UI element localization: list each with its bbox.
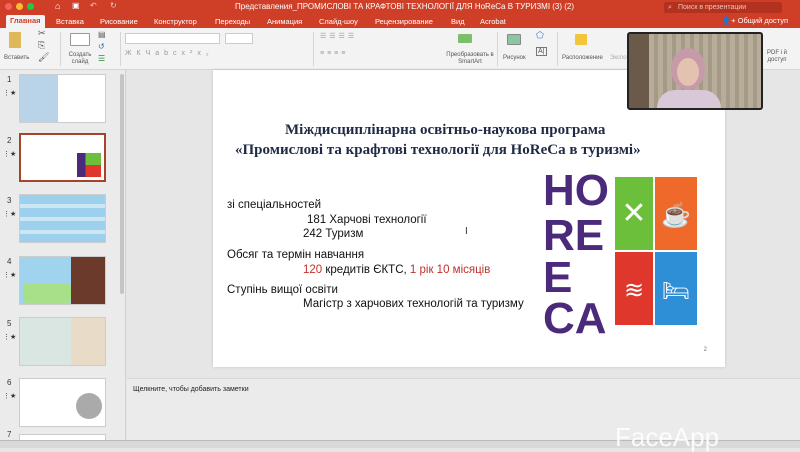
tab-view[interactable]: Вид — [447, 16, 469, 27]
thumb-number: 5 — [7, 319, 12, 328]
thumb-number: 2 — [7, 136, 12, 145]
picture-button[interactable]: Рисунок — [503, 55, 526, 62]
layout-icon[interactable]: ▤ — [98, 31, 106, 39]
credits-text: кредитів ЄКТС, — [322, 264, 410, 276]
picture-icon[interactable] — [507, 34, 521, 45]
thumb-number: 7 — [7, 430, 12, 439]
text-cursor-icon: I — [465, 226, 468, 237]
horeca-logo: HO RE E CA ✕ ☕ ≋ 🛏 — [543, 166, 697, 335]
degree-value: Магістр з харчових технологій та туризму — [303, 298, 524, 310]
slide-title-line2: «Промислові та крафтові технології для H… — [235, 142, 641, 158]
volume-value: 120 кредитів ЄКТС, 1 рік 10 місяців — [303, 264, 490, 276]
tab-acrobat[interactable]: Acrobat — [476, 16, 510, 27]
slide-number: 2 — [703, 347, 707, 353]
slide-thumbnails-pane: 1 ⋮★ 2 ⋮★ 3 ⋮★ 4 ⋮★ 5 ⋮★ 6 ⋮★ 7 — [0, 70, 126, 440]
thumb-number: 3 — [7, 196, 12, 205]
format-painter-icon[interactable]: 🖌 — [38, 53, 49, 62]
arrange-icon[interactable] — [575, 34, 587, 45]
font-size-select[interactable] — [225, 33, 253, 44]
slide-title-line1: Міждисциплінарна освітньо-наукова програ… — [285, 122, 606, 138]
zoom-window-button[interactable] — [27, 3, 34, 10]
tab-insert[interactable]: Вставка — [52, 16, 88, 27]
font-name-select[interactable] — [125, 33, 220, 44]
search-placeholder: Поиск в презентации — [678, 4, 747, 11]
thumb-number: 4 — [7, 257, 12, 266]
title-bar: ⌂ ▣ ↶ ↻ Представления_ПРОМИСЛОВІ ТА КРАФ… — [0, 0, 800, 14]
ribbon-tabs: Главная Вставка Рисование Конструктор Пе… — [0, 14, 800, 28]
window-title: Представления_ПРОМИСЛОВІ ТА КРАФТОВІ ТЕХ… — [235, 2, 575, 11]
credits-number: 120 — [303, 264, 323, 276]
close-window-button[interactable] — [5, 3, 12, 10]
reset-icon[interactable]: ↺ — [98, 43, 105, 51]
tab-slideshow[interactable]: Слайд-шоу — [315, 16, 362, 27]
thumb-number: 6 — [7, 378, 12, 387]
swimming-icon: ≋ — [624, 277, 644, 304]
slide-thumbnail-6[interactable] — [19, 378, 106, 427]
undo-icon[interactable]: ↶ — [90, 1, 97, 10]
slide-thumbnail-2[interactable] — [19, 133, 106, 182]
paste-button[interactable]: Вставить — [4, 55, 29, 62]
notes-placeholder: Щелкните, чтобы добавить заметки — [133, 386, 249, 393]
section-icon[interactable]: ☰ — [98, 55, 105, 63]
logo-letters-ho: HO — [543, 166, 609, 215]
star-icon: ⋮★ — [3, 211, 17, 218]
pdf-share-button[interactable]: PDF і й доступ — [762, 50, 792, 64]
thumb-number: 1 — [7, 75, 12, 84]
copy-icon[interactable]: ⎘ — [38, 41, 45, 50]
star-icon: ⋮★ — [3, 393, 17, 400]
faceapp-watermark: FaceApp — [615, 422, 720, 452]
tab-home[interactable]: Главная — [6, 15, 45, 28]
home-icon[interactable]: ⌂ — [55, 1, 60, 11]
tab-design[interactable]: Конструктор — [150, 16, 201, 27]
minimize-window-button[interactable] — [16, 3, 23, 10]
new-slide-button[interactable]: Создать слайд — [64, 52, 96, 66]
star-icon: ⋮★ — [3, 151, 17, 158]
export-button[interactable]: Экспо — [610, 55, 627, 62]
slide-thumbnail-1[interactable] — [19, 74, 106, 123]
arrange-button[interactable]: Расположение — [562, 55, 603, 62]
align-buttons[interactable]: ≡≡≡≡ — [320, 50, 348, 57]
tab-draw[interactable]: Рисование — [96, 16, 142, 27]
paste-icon[interactable] — [9, 32, 21, 48]
slide-canvas[interactable]: Міждисциплінарна освітньо-наукова програ… — [213, 70, 725, 367]
list-buttons[interactable]: ☰☰☰☰ — [320, 33, 357, 40]
font-format-buttons[interactable]: ЖКЧabcx²x₂ — [125, 50, 214, 57]
tab-animations[interactable]: Анимация — [263, 16, 306, 27]
spec-1: 181 Харчові технології — [307, 214, 427, 226]
share-button[interactable]: 👤+ Общий доступ — [722, 16, 788, 25]
textbox-icon[interactable]: A| — [536, 47, 547, 56]
redo-icon[interactable]: ↻ — [110, 1, 117, 10]
slide-thumbnail-3[interactable] — [19, 194, 106, 243]
slide-thumbnail-5[interactable] — [19, 317, 106, 366]
duration: 1 рік 10 місяців — [409, 264, 491, 276]
webcam-overlay — [627, 32, 763, 110]
cup-icon: ☕ — [661, 200, 691, 229]
share-label: Общий доступ — [737, 16, 788, 25]
shapes-icon[interactable]: ⬠ — [536, 31, 544, 40]
tab-transitions[interactable]: Переходы — [211, 16, 254, 27]
search-input[interactable]: ⌕ Поиск в презентации — [664, 2, 782, 13]
star-icon: ⋮★ — [3, 272, 17, 279]
tab-review[interactable]: Рецензирование — [371, 16, 437, 27]
thumbnails-scrollbar[interactable] — [120, 74, 124, 294]
star-icon: ⋮★ — [3, 334, 17, 341]
new-slide-icon[interactable] — [70, 33, 90, 46]
volume-label: Обсяг та термін навчання — [227, 249, 365, 261]
logo-letters-ca: CA — [543, 294, 607, 335]
convert-smartart-button[interactable]: Преобразовать в SmartArt — [445, 52, 495, 66]
bed-icon: 🛏 — [662, 278, 690, 303]
add-person-icon: 👤+ — [721, 16, 738, 25]
cut-icon[interactable]: ✂ — [38, 29, 46, 38]
degree-label: Ступінь вищої освіти — [227, 284, 338, 296]
save-icon[interactable]: ▣ — [72, 1, 80, 10]
spec-label: зі спеціальностей — [227, 199, 322, 211]
fork-knife-icon: ✕ — [621, 197, 646, 230]
smartart-icon[interactable] — [458, 34, 472, 43]
spec-2: 242 Туризм — [303, 228, 364, 240]
star-icon: ⋮★ — [3, 90, 17, 97]
slide-thumbnail-4[interactable] — [19, 256, 106, 305]
search-icon: ⌕ — [668, 4, 672, 11]
